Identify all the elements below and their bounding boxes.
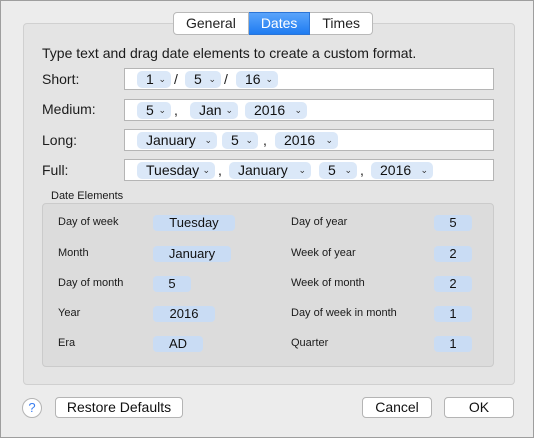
full-separator: , bbox=[360, 162, 364, 178]
day-of-week-in-month-token[interactable]: 1 bbox=[434, 306, 472, 322]
chevron-down-icon: ⌄ bbox=[325, 135, 333, 145]
chevron-down-icon: ⌄ bbox=[420, 165, 428, 175]
day-of-month-label: Day of month bbox=[58, 277, 124, 289]
quarter-token[interactable]: 1 bbox=[434, 336, 472, 352]
long-format-field[interactable]: January ⌄ 5 ⌄ , 2016 ⌄ bbox=[124, 129, 494, 151]
short-day-token[interactable]: 5 ⌄ bbox=[185, 71, 221, 88]
day-of-year-label: Day of year bbox=[291, 216, 348, 228]
week-of-month-label: Week of month bbox=[291, 277, 365, 289]
chevron-down-icon: ⌄ bbox=[202, 165, 210, 175]
short-format-field[interactable]: 1 ⌄ / 5 ⌄ / 16 ⌄ bbox=[124, 68, 494, 90]
short-month-token[interactable]: 1 ⌄ bbox=[137, 71, 171, 88]
short-year-token[interactable]: 16 ⌄ bbox=[236, 71, 278, 88]
year-label: Year bbox=[58, 307, 81, 319]
day-of-month-token[interactable]: 5 bbox=[153, 276, 191, 292]
year-token[interactable]: 2016 bbox=[153, 306, 215, 322]
short-separator: / bbox=[224, 71, 228, 87]
medium-month-token[interactable]: Jan ⌄ bbox=[190, 102, 238, 119]
chevron-down-icon: ⌄ bbox=[344, 165, 352, 175]
tab-times[interactable]: Times bbox=[310, 12, 373, 35]
full-separator: , bbox=[218, 162, 222, 178]
medium-separator: , bbox=[174, 102, 178, 118]
era-label: Era bbox=[58, 337, 76, 349]
era-token[interactable]: AD bbox=[153, 336, 203, 352]
chevron-down-icon: ⌄ bbox=[204, 135, 212, 145]
full-year-token[interactable]: 2016 ⌄ bbox=[371, 162, 433, 179]
day-of-week-in-month-label: Day of week in month bbox=[291, 307, 397, 319]
medium-format-field[interactable]: 5 ⌄ , Jan ⌄ 2016 ⌄ bbox=[124, 99, 494, 121]
quarter-label: Quarter bbox=[291, 337, 329, 349]
long-year-token[interactable]: 2016 ⌄ bbox=[275, 132, 338, 149]
ok-button[interactable]: OK bbox=[444, 397, 514, 418]
full-label: Full: bbox=[42, 162, 69, 178]
chevron-down-icon: ⌄ bbox=[158, 105, 166, 115]
long-day-token[interactable]: 5 ⌄ bbox=[222, 132, 258, 149]
instructions-text: Type text and drag date elements to crea… bbox=[42, 45, 417, 61]
long-label: Long: bbox=[42, 132, 78, 148]
month-label: Month bbox=[58, 247, 89, 259]
chevron-down-icon: ⌄ bbox=[298, 165, 306, 175]
chevron-down-icon: ⌄ bbox=[158, 74, 166, 84]
short-label: Short: bbox=[42, 71, 80, 87]
tab-dates[interactable]: Dates bbox=[248, 12, 311, 35]
full-month-token[interactable]: January ⌄ bbox=[229, 162, 311, 179]
full-format-field[interactable]: Tuesday ⌄ , January ⌄ 5 ⌄ , 2016 ⌄ bbox=[124, 159, 494, 181]
chevron-down-icon: ⌄ bbox=[294, 105, 302, 115]
week-of-year-token[interactable]: 2 bbox=[434, 246, 472, 262]
chevron-down-icon: ⌄ bbox=[265, 74, 273, 84]
medium-year-token[interactable]: 2016 ⌄ bbox=[245, 102, 307, 119]
medium-day-token[interactable]: 5 ⌄ bbox=[137, 102, 171, 119]
chevron-down-icon: ⌄ bbox=[245, 135, 253, 145]
date-elements-title: Date Elements bbox=[51, 190, 124, 202]
full-day-token[interactable]: 5 ⌄ bbox=[319, 162, 357, 179]
long-separator: , bbox=[263, 132, 267, 148]
week-of-month-token[interactable]: 2 bbox=[434, 276, 472, 292]
help-icon[interactable]: ? bbox=[22, 398, 42, 418]
day-of-week-token[interactable]: Tuesday bbox=[153, 215, 235, 231]
week-of-year-label: Week of year bbox=[291, 247, 356, 259]
day-of-week-label: Day of week bbox=[58, 216, 119, 228]
day-of-year-token[interactable]: 5 bbox=[434, 215, 472, 231]
tab-general[interactable]: General bbox=[173, 12, 249, 35]
month-token[interactable]: January bbox=[153, 246, 231, 262]
chevron-down-icon: ⌄ bbox=[225, 105, 233, 115]
restore-defaults-button[interactable]: Restore Defaults bbox=[55, 397, 183, 418]
long-month-token[interactable]: January ⌄ bbox=[137, 132, 217, 149]
full-weekday-token[interactable]: Tuesday ⌄ bbox=[137, 162, 215, 179]
cancel-button[interactable]: Cancel bbox=[362, 397, 432, 418]
medium-label: Medium: bbox=[42, 101, 96, 117]
tab-bar: General Dates Times bbox=[173, 12, 373, 35]
chevron-down-icon: ⌄ bbox=[208, 74, 216, 84]
short-separator: / bbox=[174, 71, 178, 87]
